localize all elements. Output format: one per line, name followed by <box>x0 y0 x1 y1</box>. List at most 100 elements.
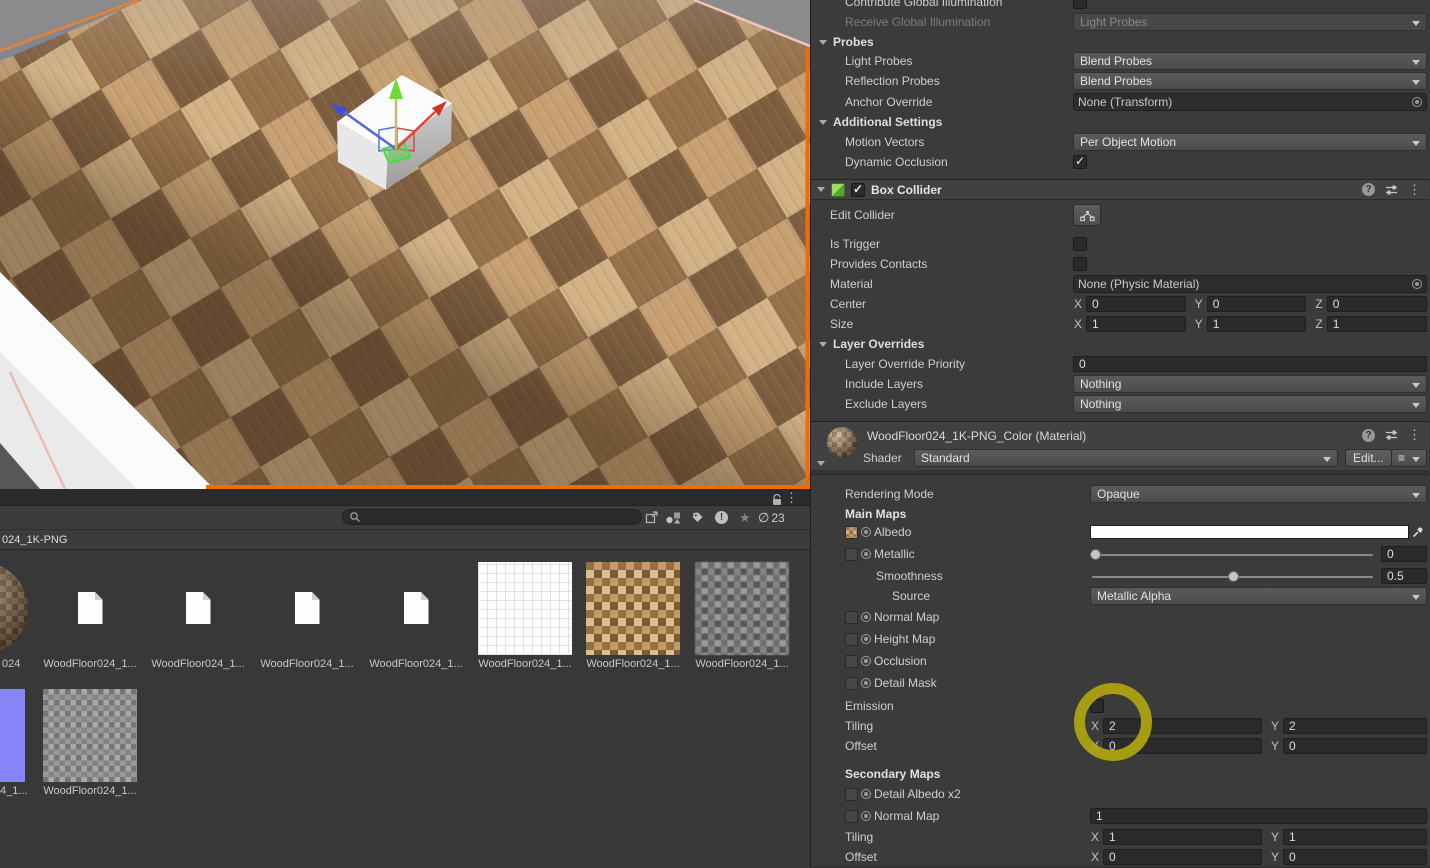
asset-item-texture[interactable]: WoodFloor024_1... <box>586 562 680 670</box>
receive-gi-dropdown[interactable]: Light Probes <box>1073 13 1427 31</box>
slider-knob[interactable] <box>1227 571 1239 582</box>
scene-view[interactable] <box>0 0 810 489</box>
rendering-mode-dropdown[interactable]: Opaque <box>1090 485 1427 503</box>
asset-item-material[interactable]: 024 <box>0 562 28 670</box>
is-trigger-checkbox[interactable] <box>1073 237 1087 251</box>
alert-filter-icon[interactable]: ! <box>715 509 728 526</box>
edit-collider-button[interactable] <box>1073 204 1101 226</box>
help-icon[interactable]: ? <box>1362 428 1375 442</box>
include-layers-row: Include Layers Nothing <box>811 374 1429 394</box>
material-preview-sphere[interactable] <box>827 427 857 457</box>
size-z-field[interactable]: 1 <box>1326 316 1428 332</box>
property-label: Metallic <box>874 547 915 561</box>
breadcrumb-folder[interactable]: 024_1K-PNG <box>2 534 67 546</box>
center-z-field[interactable]: 0 <box>1326 296 1428 312</box>
normal-map-thumbnail[interactable] <box>845 610 858 624</box>
object-picker-icon[interactable] <box>861 549 871 559</box>
center-y-field[interactable]: 0 <box>1206 296 1307 312</box>
secondary-normal-scale-field[interactable]: 1 <box>1090 808 1427 824</box>
reflection-probes-dropdown[interactable]: Blend Probes <box>1073 72 1427 90</box>
object-picker-icon[interactable] <box>861 634 871 644</box>
hidden-count: 23 <box>771 510 785 525</box>
asset-item-doc[interactable]: WoodFloor024_1... <box>369 562 463 670</box>
presets-icon[interactable] <box>1385 184 1398 196</box>
object-picker-icon[interactable] <box>861 656 871 666</box>
shader-dropdown[interactable]: Standard <box>914 449 1338 467</box>
search-box[interactable] <box>342 509 642 525</box>
asset-item-doc[interactable]: WoodFloor024_1... <box>43 562 137 670</box>
favorites-star-icon[interactable]: ★ <box>739 509 751 526</box>
object-picker-icon[interactable] <box>861 527 871 537</box>
eye-off-icon: ∅ <box>758 509 770 525</box>
asset-item-doc[interactable]: WoodFloor024_1... <box>260 562 354 670</box>
asset-item-texture[interactable]: WoodFloor024_1... <box>43 689 137 797</box>
secondary-offset-y-field[interactable]: 0 <box>1283 849 1427 865</box>
tiling-y-field[interactable]: 2 <box>1283 718 1427 734</box>
smoothness-slider[interactable] <box>1090 568 1375 584</box>
offset-y-field[interactable]: 0 <box>1283 738 1427 754</box>
object-picker-icon[interactable] <box>861 789 871 799</box>
material-list-menu-button[interactable]: ≡ <box>1391 449 1427 467</box>
eyedropper-icon[interactable] <box>1409 524 1427 540</box>
property-label: Provides Contacts <box>830 257 928 271</box>
albedo-texture-thumbnail[interactable] <box>845 525 858 539</box>
layer-overrides-foldout[interactable]: Layer Overrides <box>811 337 924 351</box>
help-icon[interactable]: ? <box>1362 183 1375 196</box>
size-y-field[interactable]: 1 <box>1206 316 1307 332</box>
property-label: Contribute Global Illumination <box>845 0 1003 9</box>
object-picker-icon[interactable] <box>1412 97 1422 107</box>
detail-albedo-thumbnail[interactable] <box>845 787 858 801</box>
anchor-override-object-field[interactable]: None (Transform) <box>1073 93 1427 111</box>
asset-item-texture[interactable]: 4_1... <box>0 689 28 797</box>
panel-menu-kebab-icon[interactable]: ⋮ <box>785 490 798 506</box>
asset-item-doc[interactable]: WoodFloor024_1... <box>151 562 245 670</box>
occlusion-thumbnail[interactable] <box>845 654 858 668</box>
hidden-items-toggle[interactable]: ∅ 23 <box>758 509 785 526</box>
additional-settings-foldout[interactable]: Additional Settings <box>811 115 942 129</box>
search-by-label-icon[interactable] <box>691 509 704 526</box>
light-probes-dropdown[interactable]: Blend Probes <box>1073 52 1427 70</box>
search-input[interactable] <box>365 511 635 523</box>
albedo-color-swatch[interactable] <box>1090 525 1409 539</box>
component-enabled-checkbox[interactable]: ✓ <box>851 182 865 197</box>
secondary-tiling-x-field[interactable]: 1 <box>1103 829 1262 845</box>
secondary-normal-thumbnail[interactable] <box>845 809 858 823</box>
detail-mask-thumbnail[interactable] <box>845 676 858 690</box>
physic-material-object-field[interactable]: None (Physic Material) <box>1073 275 1427 293</box>
box-collider-header[interactable]: ✓ Box Collider ? ⋮ <box>811 179 1429 200</box>
slider-knob[interactable] <box>1090 549 1101 560</box>
material-foldout-arrow-icon[interactable] <box>817 461 825 466</box>
component-menu-kebab-icon[interactable]: ⋮ <box>1408 182 1421 198</box>
search-by-type-icon[interactable] <box>665 509 681 526</box>
object-picker-icon[interactable] <box>1412 279 1422 289</box>
metallic-texture-thumbnail[interactable] <box>845 547 858 561</box>
motion-vectors-dropdown[interactable]: Per Object Motion <box>1073 133 1427 151</box>
gizmo-z-arrowhead[interactable] <box>331 103 347 117</box>
contribute-gi-checkbox[interactable] <box>1073 0 1087 9</box>
probes-foldout[interactable]: Probes <box>811 35 874 49</box>
asset-item-texture[interactable]: WoodFloor024_1... <box>478 562 572 670</box>
smoothness-source-dropdown[interactable]: Metallic Alpha <box>1090 587 1427 605</box>
center-x-field[interactable]: 0 <box>1086 296 1186 312</box>
metallic-slider[interactable] <box>1090 546 1375 562</box>
object-picker-icon[interactable] <box>861 678 871 688</box>
component-foldout-arrow-icon[interactable] <box>817 187 825 192</box>
size-x-field[interactable]: 1 <box>1086 316 1186 332</box>
presets-icon[interactable] <box>1385 429 1398 441</box>
metallic-value-field[interactable]: 0 <box>1381 546 1427 562</box>
object-picker-icon[interactable] <box>861 612 871 622</box>
provides-contacts-checkbox[interactable] <box>1073 257 1087 271</box>
include-layers-dropdown[interactable]: Nothing <box>1073 375 1427 393</box>
smoothness-value-field[interactable]: 0.5 <box>1381 568 1427 584</box>
dynamic-occlusion-checkbox[interactable]: ✓ <box>1073 154 1087 169</box>
secondary-tiling-y-field[interactable]: 1 <box>1283 829 1427 845</box>
object-picker-icon[interactable] <box>861 811 871 821</box>
priority-field[interactable]: 0 <box>1073 356 1427 372</box>
open-search-window-icon[interactable] <box>645 509 659 526</box>
exclude-layers-dropdown[interactable]: Nothing <box>1073 395 1427 413</box>
asset-item-texture[interactable]: WoodFloor024_1... <box>695 562 789 670</box>
shader-edit-button[interactable]: Edit... <box>1345 449 1392 467</box>
height-map-thumbnail[interactable] <box>845 632 858 646</box>
secondary-offset-x-field[interactable]: 0 <box>1103 849 1262 865</box>
material-menu-kebab-icon[interactable]: ⋮ <box>1408 427 1421 443</box>
